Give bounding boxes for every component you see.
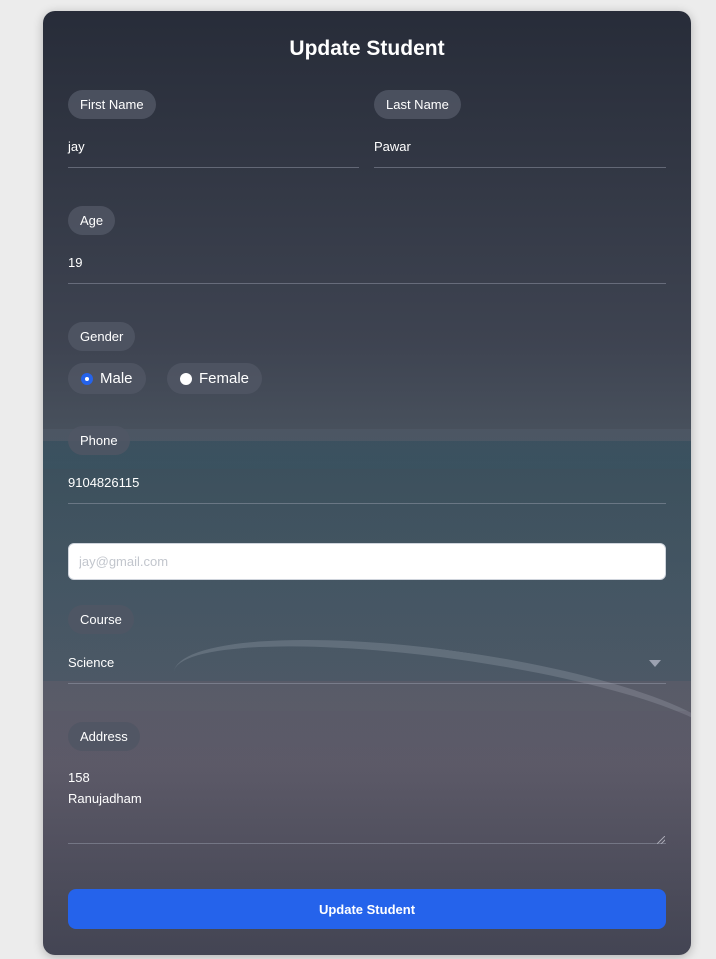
- male-label: Male: [100, 370, 133, 387]
- update-student-button[interactable]: Update Student: [68, 889, 666, 929]
- first-name-label: First Name: [68, 90, 156, 119]
- female-label: Female: [199, 370, 250, 387]
- first-name-field[interactable]: jay: [68, 139, 85, 154]
- male-radio[interactable]: [81, 372, 93, 385]
- email-input[interactable]: [68, 543, 666, 580]
- phone-label: Phone: [68, 426, 130, 455]
- last-name-underline: [374, 167, 666, 168]
- gender-option-male[interactable]: Male: [68, 363, 146, 394]
- course-underline: [68, 683, 666, 684]
- address-textarea[interactable]: 158 Ranujadham: [68, 767, 142, 809]
- age-label: Age: [68, 206, 116, 235]
- first-name-underline: [68, 167, 359, 168]
- update-student-card: Update Student First Name jay Last Name …: [43, 11, 691, 955]
- form-title: Update Student: [289, 37, 445, 60]
- address-underline: [68, 843, 666, 844]
- age-field[interactable]: 19: [68, 255, 82, 270]
- address-label: Address: [68, 722, 140, 751]
- last-name-field[interactable]: Pawar: [374, 139, 411, 154]
- last-name-label: Last Name: [374, 90, 461, 119]
- course-label: Course: [68, 605, 134, 634]
- phone-underline: [68, 503, 666, 504]
- gender-option-female[interactable]: Female: [167, 363, 263, 394]
- gender-label: Gender: [68, 322, 136, 351]
- course-select[interactable]: Science: [68, 655, 114, 670]
- chevron-down-icon[interactable]: [649, 660, 661, 667]
- beach-background: [43, 11, 691, 955]
- phone-field[interactable]: 9104826115: [68, 475, 139, 490]
- female-radio[interactable]: [180, 372, 192, 385]
- age-underline: [68, 283, 666, 284]
